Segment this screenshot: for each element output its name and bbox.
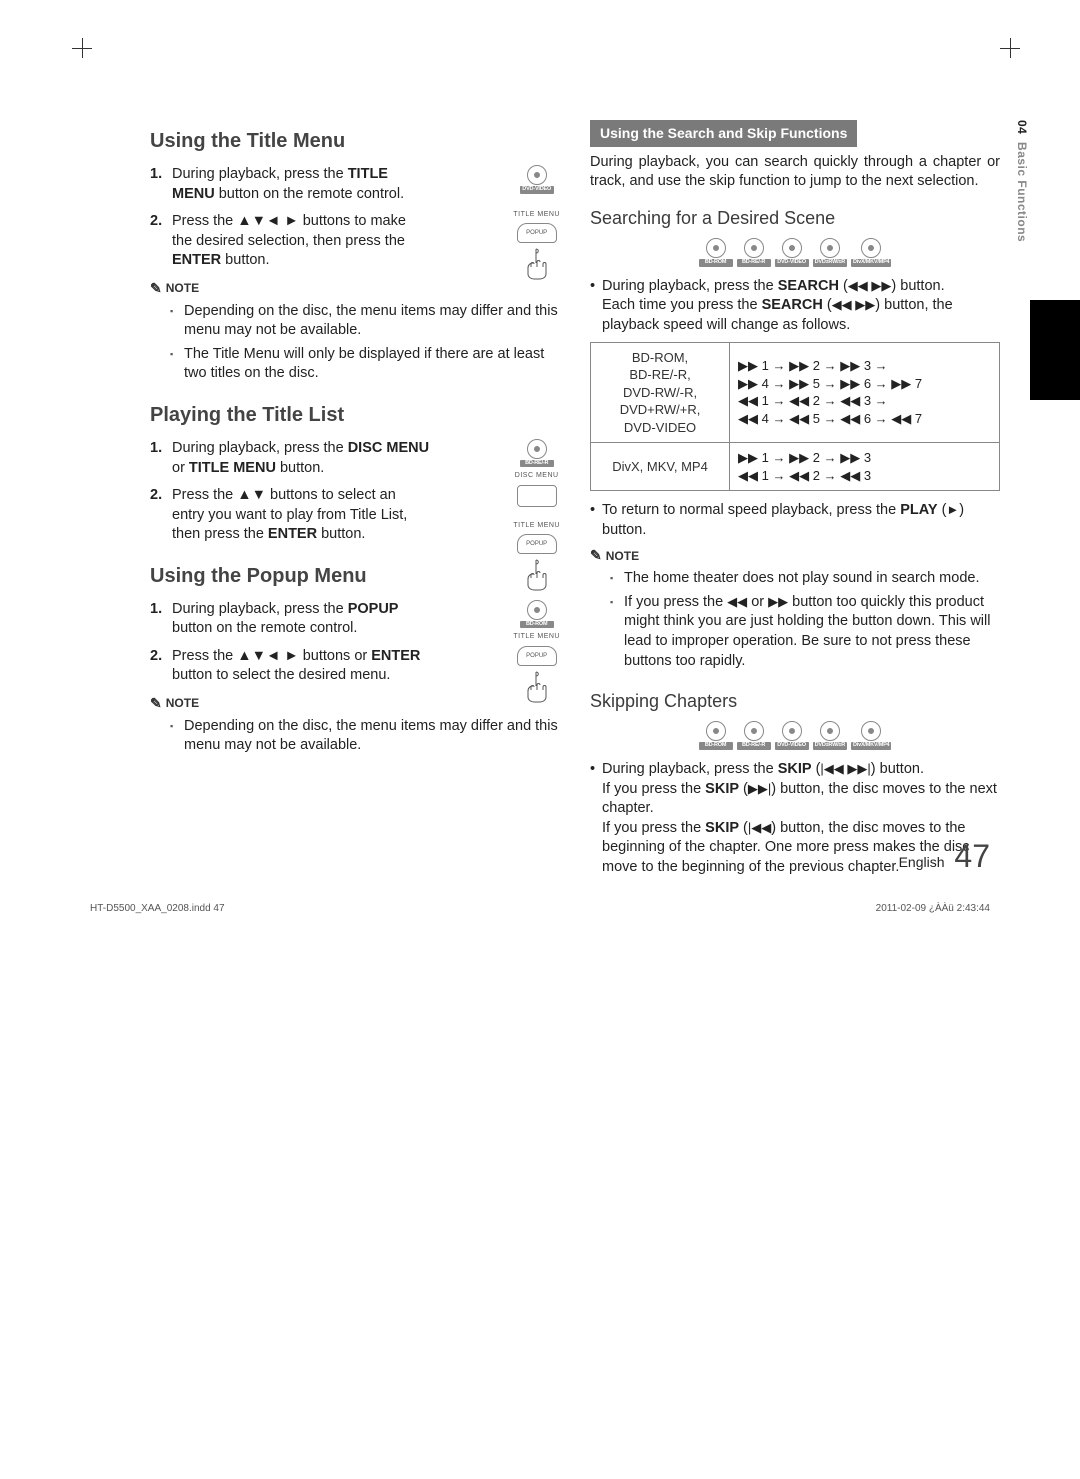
page-footer: English 47: [899, 835, 990, 878]
rewind-icon: ◀◀: [727, 594, 747, 609]
search-return-bullet: To return to normal speed playback, pres…: [590, 501, 1000, 540]
note-icon: ✎: [590, 546, 602, 565]
disc-badge: BD-ROM: [699, 238, 733, 267]
note-item: If you press the ◀◀ or ▶▶ button too qui…: [610, 593, 1000, 671]
notes-popup-menu: Depending on the disc, the menu items ma…: [150, 717, 560, 756]
heading-title-menu: Using the Title Menu: [150, 128, 560, 155]
timestamp: 2011-02-09 ¿ÀÀü 2:43:44: [876, 902, 990, 916]
label-title-menu: TITLE MENU: [513, 210, 560, 219]
disc-badges-row: BD-ROM BD-RE/-R DVD-VIDEO DVD±RW/±R DivX…: [590, 721, 1000, 750]
print-meta: HT-D5500_XAA_0208.indd 47 2011-02-09 ¿ÀÀ…: [90, 902, 990, 916]
hand-icon: [522, 558, 552, 592]
popup-button-icon: POPUP: [517, 223, 557, 243]
disc-badge: DVD-VIDEO: [775, 238, 809, 267]
remote-illustration: BD-RE/-R DISC MENU TITLE MENU POPUP: [513, 439, 560, 592]
lang-label: English: [899, 854, 945, 870]
disc-badge: BD-RE/-R: [737, 721, 771, 750]
disc-badge: DVD-VIDEO: [775, 721, 809, 750]
note-icon: ✎: [150, 279, 162, 298]
disc-badge: DVD±RW/±R: [813, 238, 847, 267]
popup-button-icon: POPUP: [517, 534, 557, 554]
rewind-fastforward-icon: ◀◀ ▶▶: [832, 297, 876, 312]
disc-badge-dvdvideo: DVD-VIDEO: [520, 165, 554, 194]
label-title-menu: TITLE MENU: [513, 632, 560, 641]
fastforward-icon: ▶▶: [768, 594, 788, 609]
table-cell-formats: BD-ROM, BD-RE/-R, DVD-RW/-R, DVD+RW/+R, …: [591, 342, 730, 443]
step: Press the ▲▼◄ ► buttons or ENTER button …: [150, 647, 430, 686]
table-row: BD-ROM, BD-RE/-R, DVD-RW/-R, DVD+RW/+R, …: [591, 342, 1000, 443]
table-cell-speeds: ▶▶ 1 → ▶▶ 2 → ▶▶ 3 ◀◀ 1 → ◀◀ 2 → ◀◀ 3: [730, 443, 1000, 491]
heading-popup-menu: Using the Popup Menu: [150, 563, 560, 590]
steps-title-menu: During playback, press the TITLE MENU bu…: [150, 165, 430, 271]
disc-badge: BD-RE/-R: [737, 238, 771, 267]
disc-badge: DVD±RW/±R: [813, 721, 847, 750]
skip-back-forward-icon: |◀◀ ▶▶|: [820, 761, 870, 776]
popup-button-icon: POPUP: [517, 646, 557, 666]
note-label: ✎NOTE: [150, 694, 507, 713]
disc-badge: BD-ROM: [699, 721, 733, 750]
heading-skipping: Skipping Chapters: [590, 689, 1000, 713]
disc-menu-button-icon: [517, 485, 557, 507]
note-label: ✎NOTE: [590, 546, 1000, 565]
disc-badge-bdrom: BD-ROM: [520, 600, 554, 629]
bullet: During playback, press the SEARCH (◀◀ ▶▶…: [590, 277, 1000, 336]
notes-title-menu: Depending on the disc, the menu items ma…: [150, 302, 560, 384]
remote-illustration: DVD-VIDEO TITLE MENU POPUP: [513, 165, 560, 281]
note-label: ✎NOTE: [150, 279, 507, 298]
band-heading: Using the Search and Skip Functions: [590, 120, 857, 147]
table-cell-speeds: ▶▶ 1 → ▶▶ 2 → ▶▶ 3 → ▶▶ 4 → ▶▶ 5 → ▶▶ 6 …: [730, 342, 1000, 443]
step: During playback, press the TITLE MENU bu…: [150, 165, 430, 204]
heading-searching: Searching for a Desired Scene: [590, 206, 1000, 230]
note-item: Depending on the disc, the menu items ma…: [170, 717, 560, 756]
disc-badge: DivX/MKV/MP4: [851, 721, 891, 750]
step: Press the ▲▼◄ ► buttons to make the desi…: [150, 212, 430, 271]
heading-title-list: Playing the Title List: [150, 402, 560, 429]
notes-search: The home theater does not play sound in …: [590, 569, 1000, 671]
right-column: Using the Search and Skip Functions Duri…: [590, 120, 1000, 883]
disc-badge: DivX/MKV/MP4: [851, 238, 891, 267]
search-bullets: During playback, press the SEARCH (◀◀ ▶▶…: [590, 277, 1000, 336]
rewind-fastforward-icon: ◀◀ ▶▶: [848, 278, 892, 293]
hand-icon: [522, 247, 552, 281]
bullet: To return to normal speed playback, pres…: [590, 501, 1000, 540]
remote-illustration: BD-ROM TITLE MENU POPUP: [513, 600, 560, 704]
step: During playback, press the DISC MENU or …: [150, 439, 430, 478]
hand-icon: [522, 670, 552, 704]
page-number: 47: [954, 838, 990, 874]
intro-text: During playback, you can search quickly …: [590, 153, 1000, 192]
disc-badge-bdre: BD-RE/-R: [520, 439, 554, 468]
label-disc-menu: DISC MENU: [515, 471, 559, 480]
label-title-menu: TITLE MENU: [513, 521, 560, 530]
disc-badges-row: BD-ROM BD-RE/-R DVD-VIDEO DVD±RW/±R DivX…: [590, 238, 1000, 267]
note-item: Depending on the disc, the menu items ma…: [170, 302, 560, 341]
step: Press the ▲▼ buttons to select an entry …: [150, 486, 430, 545]
table-cell-formats: DivX, MKV, MP4: [591, 443, 730, 491]
left-column: Using the Title Menu DVD-VIDEO TITLE MEN…: [150, 120, 560, 883]
steps-popup-menu: During playback, press the POPUP button …: [150, 600, 430, 686]
note-icon: ✎: [150, 694, 162, 713]
steps-title-list: During playback, press the DISC MENU or …: [150, 439, 430, 545]
step: During playback, press the POPUP button …: [150, 600, 430, 639]
table-row: DivX, MKV, MP4 ▶▶ 1 → ▶▶ 2 → ▶▶ 3 ◀◀ 1 →…: [591, 443, 1000, 491]
search-speed-table: BD-ROM, BD-RE/-R, DVD-RW/-R, DVD+RW/+R, …: [590, 342, 1000, 492]
play-icon: ►: [946, 502, 959, 517]
note-item: The home theater does not play sound in …: [610, 569, 1000, 589]
file-path: HT-D5500_XAA_0208.indd 47: [90, 902, 225, 916]
note-item: The Title Menu will only be displayed if…: [170, 345, 560, 384]
